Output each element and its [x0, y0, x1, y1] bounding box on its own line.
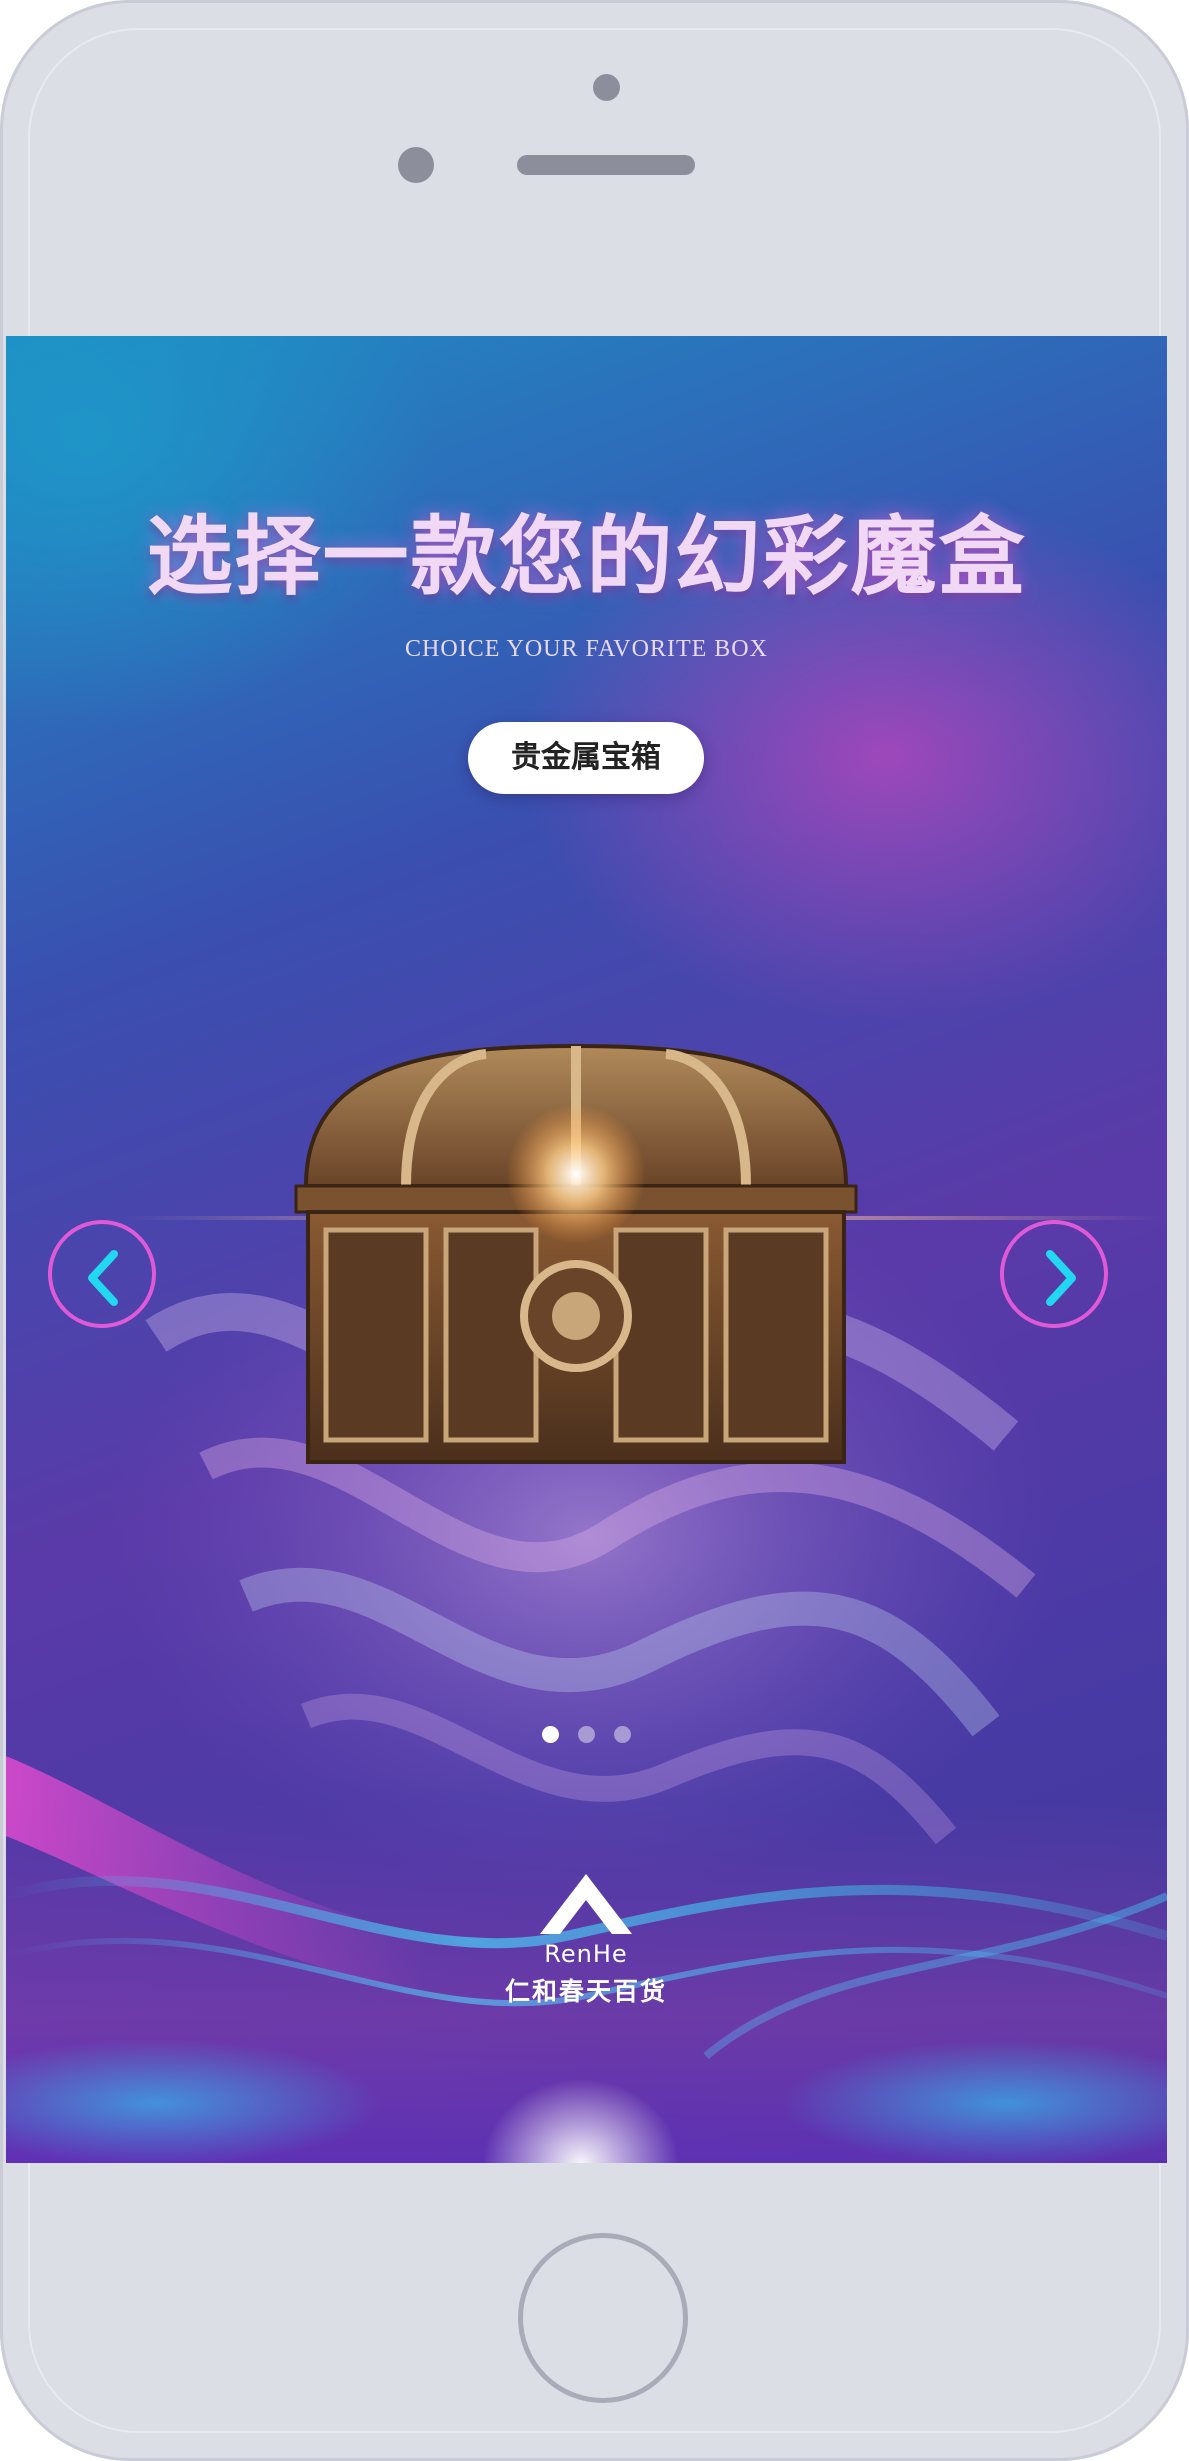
proximity-sensor-icon	[398, 147, 434, 183]
pager-dot[interactable]	[542, 1726, 559, 1743]
logo-latin-text: RenHe	[544, 1940, 628, 1968]
front-camera-icon	[593, 74, 620, 101]
app-screen: 选择一款您的幻彩魔盒 CHOICE YOUR FAVORITE BOX 贵金属宝…	[6, 336, 1167, 2163]
renhe-mark-icon	[540, 1874, 632, 1934]
pager-dot[interactable]	[614, 1726, 631, 1743]
prev-slide-button[interactable]	[48, 1220, 156, 1328]
chevron-left-icon	[88, 1250, 118, 1306]
pager-dot[interactable]	[578, 1726, 595, 1743]
page-title: 选择一款您的幻彩魔盒	[146, 506, 1027, 607]
chevron-right-icon	[1046, 1250, 1076, 1306]
phone-frame: 选择一款您的幻彩魔盒 CHOICE YOUR FAVORITE BOX 贵金属宝…	[0, 0, 1189, 2461]
home-button[interactable]	[518, 2233, 688, 2403]
carousel-pager	[542, 1726, 632, 1746]
next-slide-button[interactable]	[1000, 1220, 1108, 1328]
page-subtitle: CHOICE YOUR FAVORITE BOX	[405, 636, 768, 662]
brand-logo: RenHe 仁和春天百货	[486, 1868, 686, 2006]
logo-chinese-text: 仁和春天百货	[504, 1977, 667, 2006]
earpiece-speaker	[517, 155, 695, 175]
treasure-chest-image	[294, 1043, 858, 1464]
box-name-badge: 贵金属宝箱	[468, 722, 704, 794]
